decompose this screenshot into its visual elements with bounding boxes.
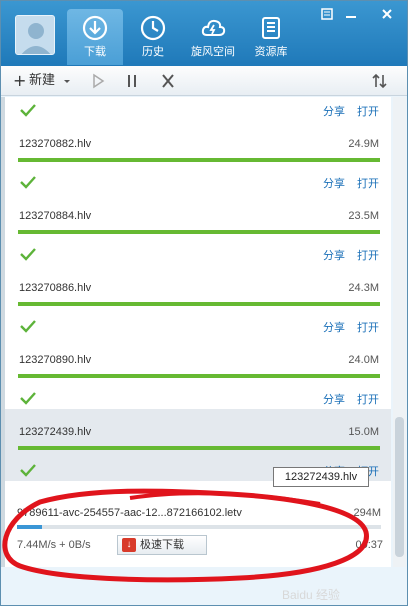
share-link[interactable]: 分享 (323, 103, 345, 119)
scrollbar-thumb[interactable] (395, 417, 404, 557)
turbo-download-button[interactable]: ↓ 极速下载 (117, 535, 207, 555)
active-file-size: 294M (353, 507, 381, 519)
file-size: 24.9M (348, 138, 379, 150)
sort-icon[interactable] (371, 71, 389, 91)
library-icon (262, 17, 280, 39)
active-progress-bar (17, 525, 381, 529)
file-name: 123270886.hlv (19, 282, 92, 294)
file-size: 24.0M (348, 354, 379, 366)
file-size: 15.0M (348, 426, 379, 438)
open-link[interactable]: 打开 (357, 391, 379, 407)
active-download-item[interactable]: 9789611-avc-254557-aac-12...872166102.le… (5, 497, 391, 567)
open-link[interactable]: 打开 (357, 319, 379, 335)
tab-download[interactable]: 下载 (67, 9, 123, 65)
download-speed: 7.44M/s + 0B/s (17, 539, 91, 551)
list-item[interactable]: 123270882.hlv 24.9M 分享 打开 (5, 121, 391, 193)
time-remaining: 00:37 (355, 539, 383, 551)
check-icon (20, 392, 36, 405)
delete-icon[interactable] (161, 71, 175, 91)
avatar-icon (16, 16, 54, 54)
share-link[interactable]: 分享 (323, 175, 345, 191)
share-link[interactable]: 分享 (323, 319, 345, 335)
progress-bar (18, 230, 380, 234)
tab-library-label: 资源库 (254, 46, 288, 58)
open-link[interactable]: 打开 (357, 175, 379, 191)
minimize-icon[interactable] (343, 7, 359, 21)
check-icon (20, 320, 36, 333)
cloud-icon (201, 19, 226, 36)
file-name: 123270884.hlv (19, 210, 92, 222)
header-bar: 下载 历史 旋风空间 资源库 (1, 1, 407, 66)
turbo-arrow-icon: ↓ (122, 538, 136, 552)
new-task-plus-icon[interactable]: + (13, 71, 26, 91)
progress-bar (18, 302, 380, 306)
turbo-download-label: 极速下载 (140, 539, 184, 551)
tab-library[interactable]: 资源库 (243, 9, 299, 65)
progress-bar (18, 446, 380, 450)
new-task-button[interactable]: 新建 (29, 71, 55, 91)
share-link[interactable]: 分享 (323, 247, 345, 263)
active-file-name: 9789611-avc-254557-aac-12...872166102.le… (17, 507, 242, 519)
file-size: 24.3M (348, 282, 379, 294)
list-item[interactable]: 分享 打开 (5, 97, 391, 121)
tab-download-label: 下载 (84, 46, 106, 58)
file-size: 23.5M (348, 210, 379, 222)
user-avatar[interactable] (15, 15, 55, 55)
new-task-dropdown-icon[interactable] (63, 71, 71, 91)
status-bar (1, 567, 407, 605)
tab-cloud-space-label: 旋风空间 (191, 46, 235, 58)
check-icon (20, 104, 36, 117)
scrollbar[interactable] (393, 97, 406, 567)
share-link[interactable]: 分享 (323, 391, 345, 407)
check-icon (20, 464, 36, 477)
tab-history-label: 历史 (142, 46, 164, 58)
start-icon[interactable] (91, 71, 105, 91)
open-link[interactable]: 打开 (357, 247, 379, 263)
toolbar: + 新建 (1, 66, 407, 96)
list-item[interactable]: 123270890.hlv 24.0M 分享 打开 (5, 337, 391, 409)
list-item[interactable]: 123270884.hlv 23.5M 分享 打开 (5, 193, 391, 265)
pause-icon[interactable] (125, 71, 139, 91)
file-name: 123270882.hlv (19, 138, 92, 150)
tab-history[interactable]: 历史 (125, 9, 181, 65)
list-item[interactable]: 123270886.hlv 24.3M 分享 打开 (5, 265, 391, 337)
open-link[interactable]: 打开 (357, 103, 379, 119)
file-name: 123270890.hlv (19, 354, 92, 366)
file-name: 123272439.hlv (19, 426, 92, 438)
download-icon (82, 15, 108, 41)
download-window: 下载 历史 旋风空间 资源库 + 新建 分享 打开 123270882.hlv … (0, 0, 408, 606)
skin-icon[interactable] (319, 7, 335, 21)
tooltip: 123272439.hlv (273, 467, 369, 487)
progress-bar (18, 158, 380, 162)
clock-icon (140, 15, 166, 41)
watermark: Baidu 经验 (282, 588, 341, 602)
tab-cloud-space[interactable]: 旋风空间 (185, 9, 241, 65)
check-icon (20, 176, 36, 189)
progress-bar (18, 374, 380, 378)
check-icon (20, 248, 36, 261)
close-icon[interactable] (379, 7, 395, 21)
